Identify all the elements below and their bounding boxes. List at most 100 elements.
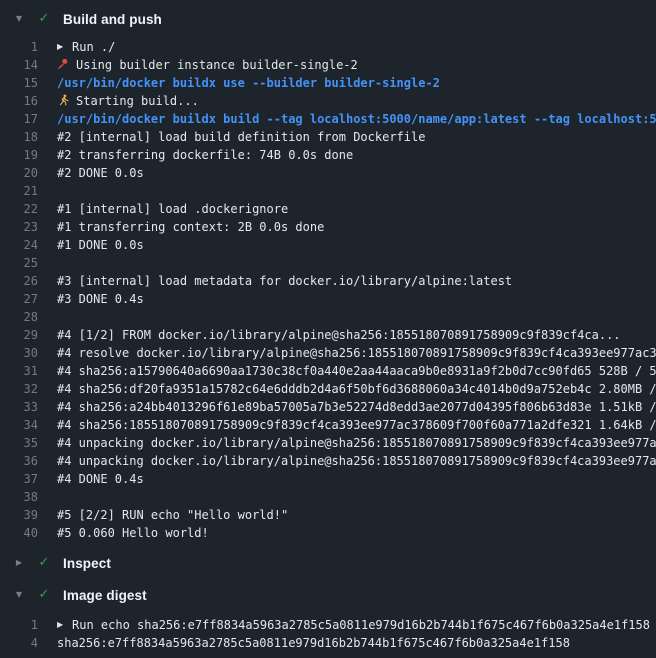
line-number[interactable]: 15 bbox=[0, 74, 38, 92]
line-number[interactable]: 23 bbox=[0, 218, 38, 236]
log-line: 4 sha256:e7ff8834a5963a2785c5a0811e979d16… bbox=[0, 634, 656, 652]
log-line: 25 bbox=[0, 254, 656, 272]
log-viewer: ▼ ✓ Build and push 1 ▶Run ./14Using build… bbox=[0, 0, 656, 658]
log-line: 1 ▶Run echo sha256:e7ff8834a5963a2785c5a0… bbox=[0, 616, 656, 634]
section-inspect: ▶ ✓ Inspect bbox=[0, 552, 656, 574]
line-number[interactable]: 36 bbox=[0, 452, 38, 470]
line-number[interactable]: 30 bbox=[0, 344, 38, 362]
line-number[interactable]: 21 bbox=[0, 182, 38, 200]
line-number[interactable]: 25 bbox=[0, 254, 38, 272]
section-header-build-and-push[interactable]: ▼ ✓ Build and push bbox=[0, 8, 656, 30]
log-line: 19 #2 transferring dockerfile: 74B 0.0s d… bbox=[0, 146, 656, 164]
log-line: 16 Starting build... bbox=[0, 92, 656, 110]
log-line: 21 bbox=[0, 182, 656, 200]
log-line: 23#1 transferring context: 2B 0.0s done bbox=[0, 218, 656, 236]
log-line: 15/usr/bin/docker buildx use --builder b… bbox=[0, 74, 656, 92]
line-number[interactable]: 18 bbox=[0, 128, 38, 146]
line-number[interactable]: 32 bbox=[0, 380, 38, 398]
log-text: #1 [internal] load .dockerignore bbox=[57, 200, 288, 218]
log-text: #5 [2/2] RUN echo "Hello world!" bbox=[57, 506, 288, 524]
log-text: #4 unpacking docker.io/library/alpine@sh… bbox=[57, 452, 656, 470]
line-number[interactable]: 1 bbox=[0, 616, 38, 634]
success-check-icon: ✓ bbox=[36, 8, 52, 30]
line-number[interactable]: 24 bbox=[0, 236, 38, 254]
line-number[interactable]: 31 bbox=[0, 362, 38, 380]
run-command-toggle[interactable]: ▶Run echo sha256:e7ff8834a5963a2785c5a08… bbox=[57, 616, 650, 634]
line-number[interactable]: 26 bbox=[0, 272, 38, 290]
log-line: 33 #4 sha256:a24bb4013296f61e89ba57005a7b… bbox=[0, 398, 656, 416]
log-text: #1 DONE 0.0s bbox=[57, 236, 144, 254]
line-number[interactable]: 39 bbox=[0, 506, 38, 524]
log-text: #4 resolve docker.io/library/alpine@sha2… bbox=[57, 344, 656, 362]
log-line: 26 #3 [internal] load metadata for docker… bbox=[0, 272, 656, 290]
section-title: Inspect bbox=[63, 556, 111, 571]
line-number[interactable]: 17 bbox=[0, 110, 38, 128]
log-line: 34#4 sha256:185518070891758909c9f839cf4c… bbox=[0, 416, 656, 434]
log-line: 36 #4 unpacking docker.io/library/alpine@… bbox=[0, 452, 656, 470]
log-text: #2 DONE 0.0s bbox=[57, 164, 144, 182]
line-number[interactable]: 28 bbox=[0, 308, 38, 326]
line-number[interactable]: 16 bbox=[0, 92, 38, 110]
line-number[interactable]: 29 bbox=[0, 326, 38, 344]
log-line: 40 #5 0.060 Hello world! bbox=[0, 524, 656, 542]
run-command-toggle[interactable]: ▶Run ./ bbox=[57, 38, 115, 56]
log-lines: 1 ▶Run echo sha256:e7ff8834a5963a2785c5a0… bbox=[0, 616, 656, 652]
runner-icon bbox=[57, 92, 76, 110]
section-header-image-digest[interactable]: ▼ ✓ Image digest bbox=[0, 584, 656, 606]
line-number[interactable]: 20 bbox=[0, 164, 38, 182]
collapse-chevron-icon[interactable]: ▼ bbox=[12, 8, 26, 30]
line-number[interactable]: 22 bbox=[0, 200, 38, 218]
log-text: sha256:e7ff8834a5963a2785c5a0811e979d16b… bbox=[57, 634, 570, 652]
expand-run-icon[interactable]: ▶ bbox=[57, 616, 72, 634]
log-text: #4 sha256:df20fa9351a15782c64e6dddb2d4a6… bbox=[57, 380, 656, 398]
log-text: Starting build... bbox=[57, 92, 199, 110]
line-number[interactable]: 14 bbox=[0, 56, 38, 74]
log-line: 30 #4 resolve docker.io/library/alpine@sh… bbox=[0, 344, 656, 362]
log-text: #2 [internal] load build definition from… bbox=[57, 128, 425, 146]
expand-run-icon[interactable]: ▶ bbox=[57, 38, 72, 56]
section-header-inspect[interactable]: ▶ ✓ Inspect bbox=[0, 552, 656, 574]
section-title: Image digest bbox=[63, 588, 147, 603]
section-title: Build and push bbox=[63, 12, 162, 27]
log-text: #4 sha256:a24bb4013296f61e89ba57005a7b3e… bbox=[57, 398, 656, 416]
section-build-and-push: ▼ ✓ Build and push 1 ▶Run ./14Using build… bbox=[0, 8, 656, 542]
line-number[interactable]: 1 bbox=[0, 38, 38, 56]
log-line: 17/usr/bin/docker buildx build --tag loc… bbox=[0, 110, 656, 128]
log-line: 35 #4 unpacking docker.io/library/alpine@… bbox=[0, 434, 656, 452]
log-line: 29 #4 [1/2] FROM docker.io/library/alpine… bbox=[0, 326, 656, 344]
log-line: 38 bbox=[0, 488, 656, 506]
pushpin-icon bbox=[57, 56, 76, 74]
log-text: /usr/bin/docker buildx use --builder bui… bbox=[57, 74, 440, 92]
log-text: #4 DONE 0.4s bbox=[57, 470, 144, 488]
log-line: 18 #2 [internal] load build definition fr… bbox=[0, 128, 656, 146]
log-line: 1 ▶Run ./ bbox=[0, 38, 656, 56]
collapse-chevron-icon[interactable]: ▼ bbox=[12, 584, 26, 606]
section-image-digest: ▼ ✓ Image digest 1 ▶Run echo sha256:e7ff8… bbox=[0, 584, 656, 652]
line-number[interactable]: 37 bbox=[0, 470, 38, 488]
log-text: #4 unpacking docker.io/library/alpine@sh… bbox=[57, 434, 656, 452]
success-check-icon: ✓ bbox=[36, 584, 52, 606]
log-text: #4 [1/2] FROM docker.io/library/alpine@s… bbox=[57, 326, 621, 344]
expand-chevron-icon[interactable]: ▶ bbox=[12, 552, 26, 574]
log-text: #3 [internal] load metadata for docker.i… bbox=[57, 272, 512, 290]
log-line: 37 #4 DONE 0.4s bbox=[0, 470, 656, 488]
log-text: #2 transferring dockerfile: 74B 0.0s don… bbox=[57, 146, 353, 164]
log-text: #3 DONE 0.4s bbox=[57, 290, 144, 308]
log-line: 27 #3 DONE 0.4s bbox=[0, 290, 656, 308]
line-number[interactable]: 40 bbox=[0, 524, 38, 542]
line-number[interactable]: 38 bbox=[0, 488, 38, 506]
log-line: 24 #1 DONE 0.0s bbox=[0, 236, 656, 254]
log-line: 39 #5 [2/2] RUN echo "Hello world!" bbox=[0, 506, 656, 524]
line-number[interactable]: 33 bbox=[0, 398, 38, 416]
line-number[interactable]: 4 bbox=[0, 634, 38, 652]
log-text: /usr/bin/docker buildx build --tag local… bbox=[57, 110, 656, 128]
line-number[interactable]: 19 bbox=[0, 146, 38, 164]
line-number[interactable]: 27 bbox=[0, 290, 38, 308]
line-number[interactable]: 35 bbox=[0, 434, 38, 452]
line-number[interactable]: 34 bbox=[0, 416, 38, 434]
log-line: 28 bbox=[0, 308, 656, 326]
log-lines: 1 ▶Run ./14Using builder instance builder… bbox=[0, 38, 656, 542]
log-text: #5 0.060 Hello world! bbox=[57, 524, 209, 542]
log-line: 14Using builder instance builder-single-… bbox=[0, 56, 656, 74]
log-line: 20 #2 DONE 0.0s bbox=[0, 164, 656, 182]
